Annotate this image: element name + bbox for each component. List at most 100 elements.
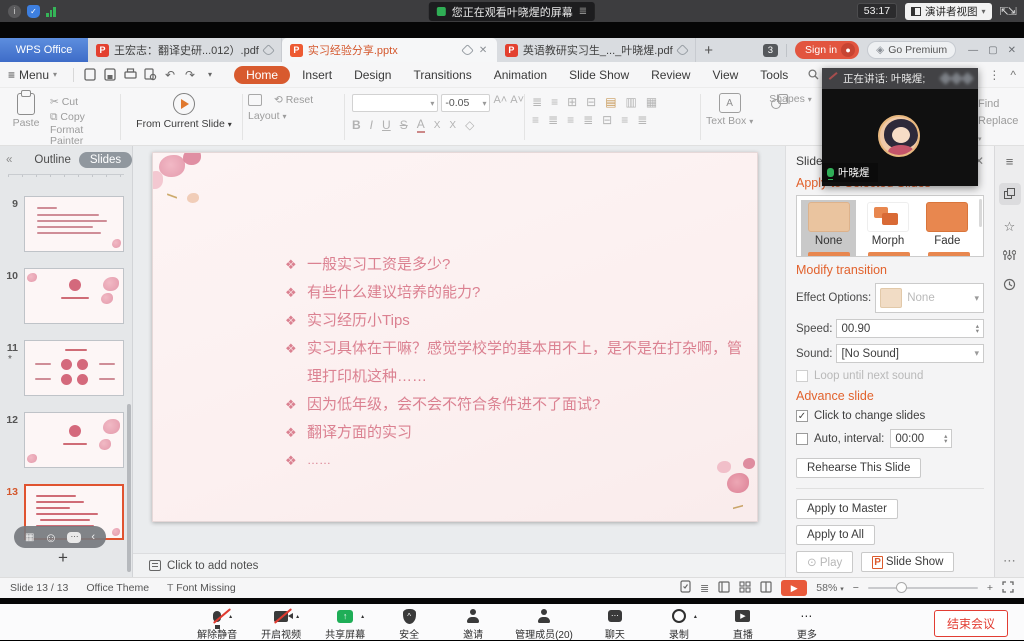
manage-members-button[interactable]: 管理成员(20) — [515, 607, 573, 641]
minimize-button[interactable]: — — [968, 45, 978, 56]
subscript-icon[interactable]: X — [449, 120, 456, 131]
collapse-sidebar-button[interactable]: « — [6, 154, 12, 166]
distribute-icon[interactable]: ⊟ — [602, 113, 612, 127]
decrease-indent-icon[interactable]: ⊞ — [567, 95, 577, 109]
normal-view-icon[interactable] — [718, 581, 730, 596]
collapse-ribbon-icon[interactable]: ^ — [1010, 68, 1016, 82]
slideshow-play-button[interactable]: ▶ — [781, 580, 807, 596]
doc-tab-pdf1[interactable]: P 王宏志：翻译史研...012）.pdf — [88, 38, 282, 62]
emoji-icon[interactable]: ☺ — [44, 530, 57, 545]
speaker-view-button[interactable]: 演讲者视图 ▾ — [905, 3, 992, 20]
history-icon[interactable] — [1003, 278, 1016, 294]
zoom-slider[interactable] — [868, 587, 978, 589]
more-button[interactable]: ⋯ 更多 — [785, 607, 829, 641]
start-video-button[interactable]: ▴ 开启视频 — [259, 607, 303, 641]
auto-interval-checkbox[interactable]: Auto, interval: 00:00 ▴▾ — [796, 429, 984, 448]
chat-button[interactable]: ⋯ 聊天 — [593, 607, 637, 641]
new-file-icon[interactable] — [83, 68, 97, 82]
rehearse-this-slide-button[interactable]: Rehearse This Slide — [796, 458, 921, 478]
invite-button[interactable]: 邀请 — [451, 607, 495, 641]
superscript-icon[interactable]: X — [434, 120, 441, 131]
pin-icon[interactable] — [461, 44, 474, 57]
video-options-arrow-icon[interactable]: ▴ — [296, 613, 299, 620]
end-meeting-button[interactable]: 结束会议 — [934, 610, 1008, 637]
close-window-button[interactable]: ✕ — [1008, 45, 1016, 56]
mic-options-arrow-icon[interactable]: ▴ — [229, 613, 232, 620]
watching-screen-banner[interactable]: 您正在观看叶晓煋的屏幕 ≣ — [429, 2, 595, 21]
numbering-icon[interactable]: ≡ — [551, 95, 558, 109]
info-icon[interactable]: i — [8, 5, 21, 18]
transition-panel-icon[interactable] — [999, 183, 1021, 205]
gallery-scrollbar[interactable] — [979, 199, 982, 227]
text-box-button[interactable]: A Text Box ▾ — [706, 93, 753, 127]
thumbnail[interactable] — [24, 268, 124, 324]
properties-icon[interactable] — [1003, 249, 1016, 264]
spell-check-icon[interactable] — [680, 580, 691, 596]
spinner-icon[interactable]: ▴▾ — [976, 324, 979, 334]
more-options-icon[interactable]: ⋮ — [988, 68, 1000, 82]
transition-none[interactable]: None — [801, 200, 856, 256]
columns-icon[interactable]: ▦ — [646, 95, 657, 109]
slide-sorter-view-icon[interactable] — [739, 581, 751, 596]
tab-review[interactable]: Review — [641, 66, 700, 84]
speaker-video-overlay[interactable]: 正在讲话: 叶晓煋; 叶晓煋 — [822, 68, 978, 186]
undo-icon[interactable]: ↶ — [163, 68, 177, 82]
sound-select[interactable]: [No Sound] ▾ — [836, 344, 984, 363]
menu-button[interactable]: ≡ Menu ▾ — [8, 68, 57, 82]
bold-icon[interactable]: B — [352, 118, 361, 132]
view-options-icon[interactable]: ≣ — [700, 582, 709, 595]
more-tools-icon[interactable]: ⋯ — [1003, 553, 1016, 569]
maximize-button[interactable]: ▢ — [988, 45, 997, 56]
find-button[interactable]: Find — [978, 96, 1024, 113]
customize-toolbar-icon[interactable]: ▾ — [203, 68, 217, 82]
increase-indent-icon[interactable]: ⊟ — [586, 95, 596, 109]
caption-bubble-icon[interactable]: ⋯ — [67, 532, 81, 543]
record-button[interactable]: ▴ 录制 — [657, 607, 701, 641]
slide-canvas[interactable]: ❖一般实习工资是多少? ❖有些什么建议培养的能力? ❖实习经历小Tips ❖实习… — [152, 152, 758, 522]
collapse-pill-icon[interactable]: ‹ — [91, 531, 95, 543]
tab-insert[interactable]: Insert — [292, 66, 342, 84]
tab-count-badge[interactable]: 3 — [763, 44, 778, 57]
panel-list-icon[interactable]: ≡ — [1006, 154, 1014, 169]
effect-options-select[interactable]: None ▾ — [875, 283, 984, 313]
underline-icon[interactable]: U — [382, 118, 391, 132]
shield-icon[interactable]: ✓ — [27, 5, 40, 18]
tab-view[interactable]: View — [702, 66, 748, 84]
font-color-icon[interactable]: A — [417, 117, 425, 133]
go-premium-button[interactable]: ◈ Go Premium — [867, 41, 956, 59]
tab-animation[interactable]: Animation — [484, 66, 557, 84]
paragraph-icon[interactable]: ≣ — [637, 113, 647, 127]
network-signal-icon[interactable] — [46, 6, 56, 17]
font-family-select[interactable]: ▾ — [352, 94, 438, 112]
slide-show-button[interactable]: PSlide Show — [861, 552, 954, 572]
security-button[interactable]: ^ 安全 — [387, 607, 431, 641]
effects-icon[interactable]: ☆ — [1004, 219, 1016, 235]
strikethrough-icon[interactable]: S — [400, 118, 408, 132]
fit-to-window-icon[interactable] — [1002, 581, 1014, 596]
format-painter-button[interactable]: Format Painter — [50, 125, 112, 147]
doc-tab-pdf2[interactable]: P 英语教研实习生_..._叶晓煋.pdf — [497, 38, 696, 62]
clear-format-icon[interactable]: ◇ — [465, 118, 474, 132]
checkbox-icon[interactable] — [796, 433, 808, 445]
notes-bar[interactable]: Click to add notes — [133, 553, 785, 577]
transition-fade[interactable]: Fade — [920, 200, 975, 256]
transition-morph[interactable]: Morph — [860, 200, 915, 256]
doc-tab-pptx-active[interactable]: P 实习经验分享.pptx ✕ — [282, 38, 497, 62]
add-slide-button[interactable]: + — [0, 548, 126, 568]
cut-button[interactable]: ✂ Cut — [50, 95, 112, 110]
zoom-level[interactable]: 58% ▾ — [816, 582, 843, 594]
meeting-reaction-toolbar[interactable]: ▦ ☺ ⋯ ‹ — [14, 526, 106, 548]
new-tab-button[interactable]: + — [696, 38, 722, 62]
print-icon[interactable] — [123, 68, 137, 82]
tab-outline[interactable]: Outline — [34, 154, 70, 166]
replace-button[interactable]: Replace ▾ — [978, 113, 1024, 148]
checkbox-checked-icon[interactable]: ✓ — [796, 410, 808, 422]
text-direction-icon[interactable]: ▤ — [605, 95, 616, 109]
tab-transitions[interactable]: Transitions — [403, 66, 481, 84]
thumbnail[interactable] — [24, 412, 124, 468]
spinner-icon[interactable]: ▴▾ — [944, 434, 947, 444]
unmute-button[interactable]: ▴ 解除静音 — [195, 607, 239, 641]
zoom-out-button[interactable]: − — [853, 582, 859, 594]
tab-slides[interactable]: Slides — [79, 152, 132, 168]
zoom-slider-knob[interactable] — [896, 582, 907, 593]
